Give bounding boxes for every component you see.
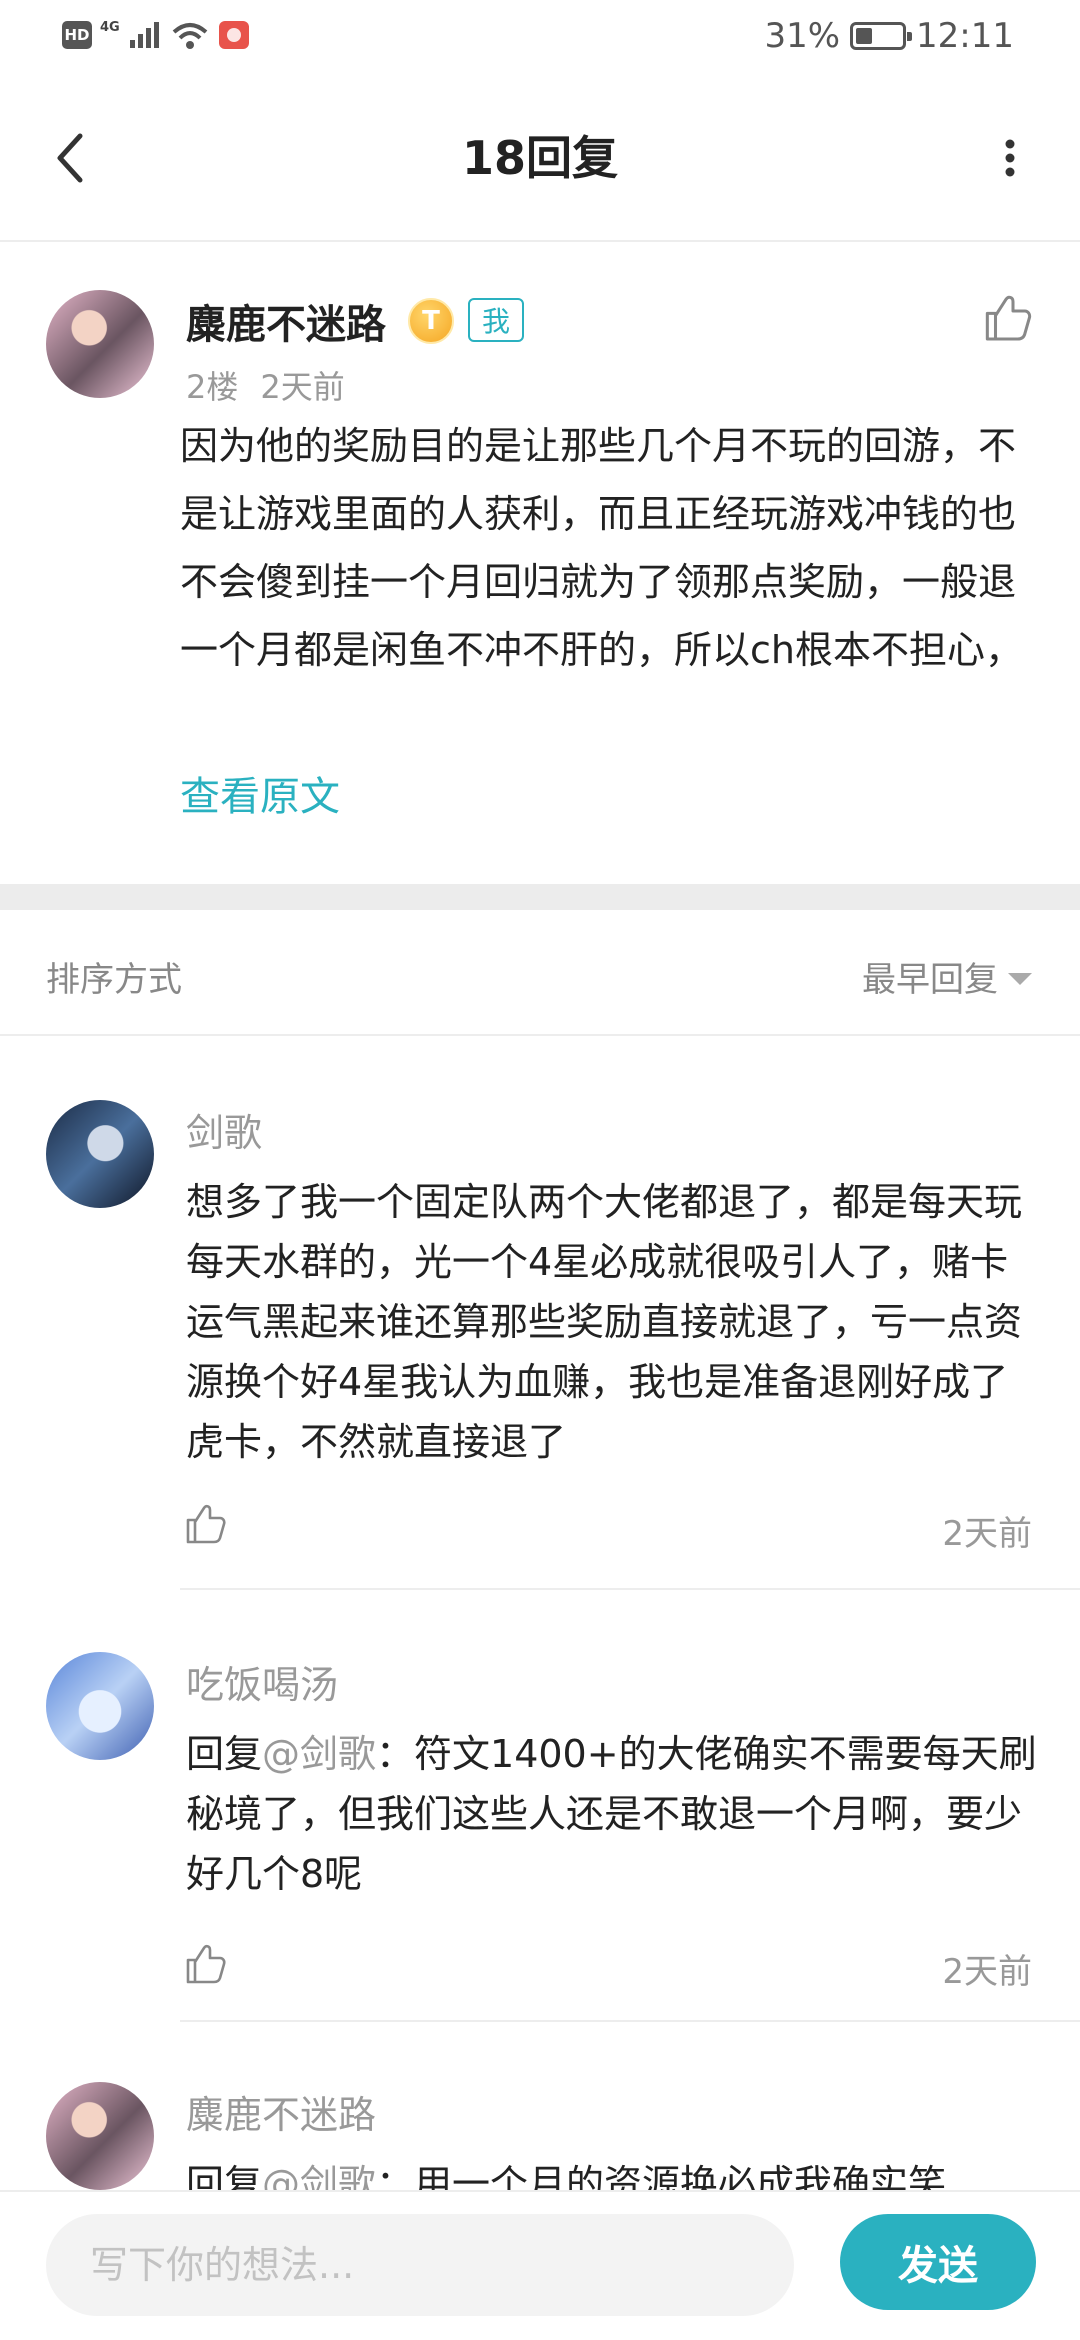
sort-label: 排序方式: [46, 960, 182, 1000]
mention-link[interactable]: @剑歌: [262, 2162, 376, 2192]
reply-time: 2天前: [942, 1952, 1032, 1992]
reply-item: 剑歌 想多了我一个固定队两个大佬都退了，都是每天玩每天水群的，光一个4星必成就很…: [0, 1100, 1080, 1590]
signal-icon: [129, 22, 159, 48]
mention-link[interactable]: @剑歌: [262, 1732, 376, 1776]
post-meta: 2楼 2天前: [186, 362, 345, 408]
battery-icon: [850, 22, 913, 50]
avatar[interactable]: [46, 1652, 154, 1760]
like-icon[interactable]: [182, 1500, 230, 1548]
header: 18回复: [0, 78, 1080, 242]
reply-item: 吃饭喝汤 回复@剑歌：符文1400+的大佬确实不需要每天刷秘境了，但我们这些人还…: [0, 1652, 1080, 2022]
reply-item: 麋鹿不迷路 回复@剑歌：用一个月的资源换必成我确实笑: [0, 2082, 1080, 2192]
reply-text: ：用一个月的资源换必成我确实笑: [376, 2162, 947, 2192]
floor-number: 2楼: [186, 368, 239, 406]
view-original-link[interactable]: 查看原文: [180, 764, 340, 822]
like-icon[interactable]: [182, 1940, 230, 1988]
sort-dropdown[interactable]: 最早回复: [862, 952, 1032, 1001]
reply-to-label: 回复: [186, 1732, 263, 1776]
reply-author[interactable]: 麋鹿不迷路: [186, 2084, 376, 2139]
page-title: 18回复: [461, 131, 618, 185]
status-bar: HD 4G 31% 12:11: [0, 0, 1080, 78]
section-divider: [0, 884, 1080, 910]
reply-content: 回复@剑歌：用一个月的资源换必成我确实笑: [186, 2154, 1042, 2192]
network-type: 4G: [100, 19, 120, 35]
reply-author[interactable]: 剑歌: [186, 1102, 262, 1157]
clock: 12:11: [916, 16, 1014, 56]
status-right: 31% 12:11: [764, 16, 1014, 56]
reply-time: 2天前: [942, 1514, 1032, 1554]
wifi-icon: [172, 23, 208, 49]
post-author[interactable]: 麋鹿不迷路: [186, 292, 386, 350]
reply-content: 想多了我一个固定队两个大佬都退了，都是每天玩每天水群的，光一个4星必成就很吸引人…: [186, 1172, 1042, 1472]
battery-percent: 31%: [764, 16, 841, 56]
more-vertical-icon: [1005, 139, 1015, 177]
more-button[interactable]: [980, 118, 1040, 198]
post-content: 因为他的奖励目的是让那些几个月不玩的回游，不是让游戏里面的人获利，而且正经玩游戏…: [180, 424, 1023, 672]
status-left: HD 4G: [62, 20, 250, 50]
main-post: 麋鹿不迷路 T 我 2楼 2天前 因为他的奖励目的是让那些几个月不玩的回游，不是让…: [0, 244, 1080, 884]
avatar[interactable]: [46, 2082, 154, 2190]
reply-to-label: 回复: [186, 2162, 263, 2192]
comment-input[interactable]: [46, 2214, 794, 2316]
reply-content: 回复@剑歌：符文1400+的大佬确实不需要每天刷秘境了，但我们这些人还是不敢退一…: [186, 1724, 1042, 1904]
reply-text: 想多了我一个固定队两个大佬都退了，都是每天玩每天水群的，光一个4星必成就很吸引人…: [186, 1180, 1023, 1464]
me-tag: 我: [468, 298, 525, 342]
hd-icon: HD: [62, 21, 92, 49]
sort-selected: 最早回复: [862, 960, 998, 1000]
reply-separator: [180, 1588, 1080, 1590]
caret-down-icon: [1008, 972, 1032, 985]
reply-separator: [180, 2020, 1080, 2022]
huawei-app-icon: [218, 21, 249, 49]
send-button[interactable]: 发送: [840, 2214, 1036, 2310]
avatar[interactable]: [46, 290, 154, 398]
sort-bar: 排序方式 最早回复: [0, 910, 1080, 1036]
avatar[interactable]: [46, 1100, 154, 1208]
like-icon[interactable]: [978, 290, 1034, 346]
level-badge-icon: T: [408, 298, 454, 344]
post-time: 2天前: [260, 368, 345, 406]
comment-composer: 发送: [0, 2190, 1080, 2340]
reply-author[interactable]: 吃饭喝汤: [186, 1654, 338, 1709]
